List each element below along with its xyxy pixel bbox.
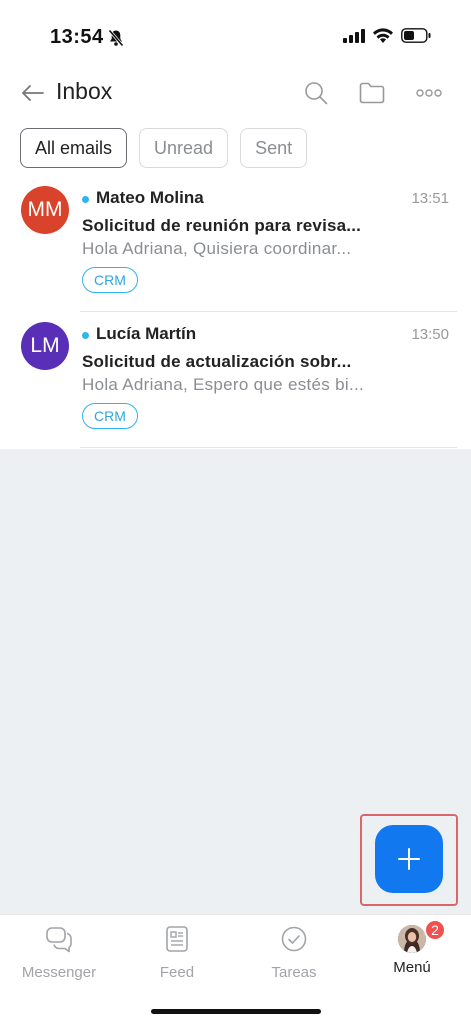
notification-badge: 2 (424, 919, 446, 941)
filter-bar: All emails Unread Sent (20, 128, 308, 168)
crm-tag: CRM (82, 267, 138, 293)
tab-label: Menú (393, 959, 431, 976)
avatar: LM (21, 322, 69, 370)
email-preview: Hola Adriana, Espero que estés bi... (82, 375, 365, 394)
tab-messenger[interactable]: Messenger (14, 925, 104, 985)
email-sender: Lucía Martín (96, 324, 197, 343)
messenger-icon (45, 925, 73, 958)
tab-label: Feed (159, 964, 195, 981)
page-title: Inbox (56, 78, 113, 104)
email-sender: Mateo Molina (96, 188, 204, 207)
search-icon[interactable] (301, 78, 331, 108)
compose-button[interactable] (375, 825, 443, 893)
app-header: Inbox (0, 70, 471, 116)
filter-sent[interactable]: Sent (240, 128, 308, 168)
email-row[interactable]: MM Mateo Molina 13:51 Solicitud de reuni… (0, 178, 471, 312)
status-time: 13:54 (50, 26, 104, 48)
tab-label: Tareas (271, 964, 317, 981)
plus-icon (398, 848, 420, 870)
bell-off-icon (108, 29, 124, 52)
tab-feed[interactable]: Feed (132, 925, 222, 985)
filter-unread[interactable]: Unread (139, 128, 229, 168)
email-subject: Solicitud de actualización sobr... (82, 352, 352, 371)
email-list: MM Mateo Molina 13:51 Solicitud de reuni… (0, 178, 471, 448)
tasks-icon (280, 925, 308, 958)
feed-icon (163, 925, 191, 958)
crm-tag: CRM (82, 403, 138, 429)
back-arrow-icon[interactable] (20, 80, 46, 106)
home-indicator (151, 1009, 321, 1014)
battery-icon (401, 28, 431, 48)
avatar (398, 925, 426, 953)
tab-tareas[interactable]: Tareas (249, 925, 339, 985)
wifi-icon (373, 28, 393, 48)
avatar: MM (21, 186, 69, 234)
tab-label: Messenger (21, 964, 97, 981)
divider (80, 447, 457, 448)
email-time: 13:51 (411, 190, 449, 207)
divider (80, 311, 457, 312)
unread-dot (82, 196, 89, 203)
email-preview: Hola Adriana, Quisiera coordinar... (82, 239, 352, 258)
bottom-tab-bar: Messenger Feed Tareas Menú 2 (0, 914, 471, 1024)
signal-icon (343, 28, 365, 48)
email-time: 13:50 (411, 326, 449, 343)
unread-dot (82, 332, 89, 339)
status-bar: 13:54 (0, 0, 471, 70)
email-row[interactable]: LM Lucía Martín 13:50 Solicitud de actua… (0, 314, 471, 448)
email-subject: Solicitud de reunión para revisa... (82, 216, 362, 235)
more-icon[interactable] (414, 78, 444, 108)
folder-icon[interactable] (357, 78, 387, 108)
filter-all-emails[interactable]: All emails (20, 128, 128, 168)
